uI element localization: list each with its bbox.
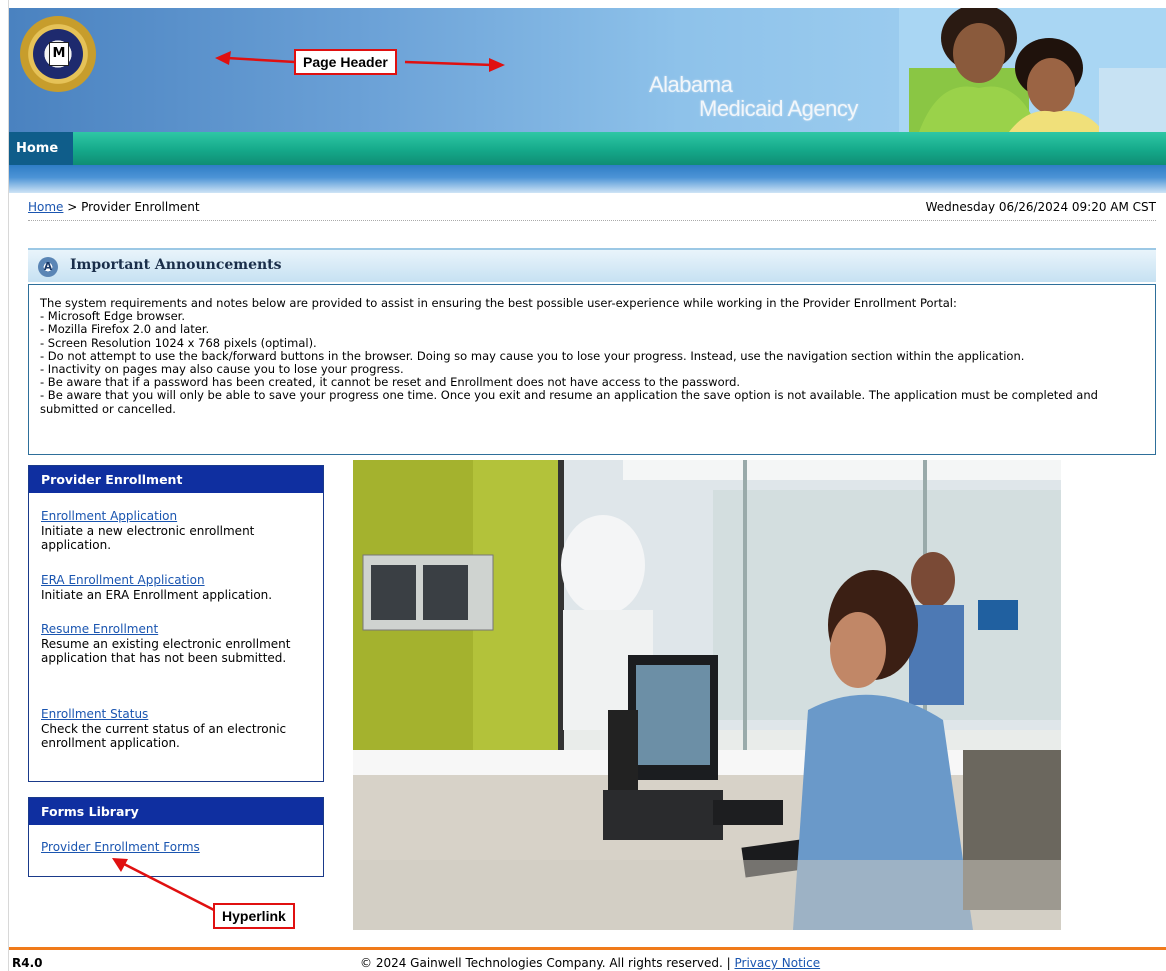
provider-enrollment-panel: Provider Enrollment Enrollment Applicati… — [28, 465, 324, 782]
provider-enrollment-forms-link[interactable]: Provider Enrollment Forms — [41, 840, 200, 854]
item-description: Initiate a new electronic enrollment app… — [41, 523, 255, 553]
page-header-callout: Page Header — [294, 49, 397, 75]
resume-enrollment-item: Resume Enrollment Resume an existing ele… — [41, 622, 311, 666]
provider-enrollment-title: Provider Enrollment — [29, 466, 323, 493]
item-description: Check the current status of an electroni… — [41, 721, 287, 751]
nurse-workstation-photo — [353, 460, 1061, 930]
medicaid-seal-logo[interactable]: M — [20, 16, 96, 92]
version-label: R4.0 — [12, 956, 43, 970]
enrollment-status-link[interactable]: Enrollment Status — [41, 707, 148, 721]
item-description: Resume an existing electronic enrollment… — [41, 636, 291, 666]
privacy-notice-link[interactable]: Privacy Notice — [735, 956, 821, 970]
breadcrumb-separator: > — [63, 200, 82, 214]
agency-name-line1: Alabama — [649, 72, 733, 97]
announcements-body: The system requirements and notes below … — [28, 284, 1156, 455]
announcements-title: Important Announcements — [70, 257, 282, 273]
announcement-line: - Screen Resolution 1024 x 768 pixels (o… — [40, 335, 317, 350]
footer-divider — [9, 947, 1166, 950]
seal-letter: M — [49, 42, 69, 66]
mother-child-photo — [899, 8, 1166, 132]
announcements-header: A Important Announcements — [28, 248, 1156, 282]
hyperlink-callout: Hyperlink — [213, 903, 295, 929]
forms-library-title: Forms Library — [29, 798, 323, 825]
main-nav: Home — [9, 132, 1166, 165]
enrollment-application-link[interactable]: Enrollment Application — [41, 509, 177, 523]
left-border — [0, 0, 9, 971]
enrollment-status-item: Enrollment Status Check the current stat… — [41, 707, 311, 751]
current-datetime: Wednesday 06/26/2024 09:20 AM CST — [925, 200, 1156, 214]
announcement-line: - Mozilla Firefox 2.0 and later. — [40, 322, 210, 337]
resume-enrollment-link[interactable]: Resume Enrollment — [41, 622, 158, 636]
breadcrumb-home-link[interactable]: Home — [28, 200, 63, 214]
page-header: M Alabama Medicaid Agency — [9, 8, 1166, 132]
announcement-line: The system requirements and notes below … — [40, 296, 957, 310]
breadcrumb: Home > Provider Enrollment Wednesday 06/… — [28, 200, 1156, 221]
agency-name-line2: Medicaid Agency — [699, 96, 858, 121]
breadcrumb-current: Provider Enrollment — [81, 200, 200, 214]
era-enrollment-item: ERA Enrollment Application Initiate an E… — [41, 573, 311, 602]
hyperlink-arrow — [112, 858, 217, 913]
sub-nav-bar — [9, 165, 1166, 193]
announcement-line: - Be aware that you will only be able to… — [40, 388, 1098, 416]
nav-home-tab[interactable]: Home — [9, 132, 73, 165]
footer-copyright: © 2024 Gainwell Technologies Company. Al… — [360, 956, 820, 970]
item-description: Initiate an ERA Enrollment application. — [41, 587, 273, 602]
copyright-text: © 2024 Gainwell Technologies Company. Al… — [360, 956, 723, 970]
announcement-icon: A — [38, 257, 58, 277]
era-enrollment-application-link[interactable]: ERA Enrollment Application — [41, 573, 205, 587]
enrollment-application-item: Enrollment Application Initiate a new el… — [41, 509, 311, 553]
footer-separator: | — [722, 956, 735, 970]
